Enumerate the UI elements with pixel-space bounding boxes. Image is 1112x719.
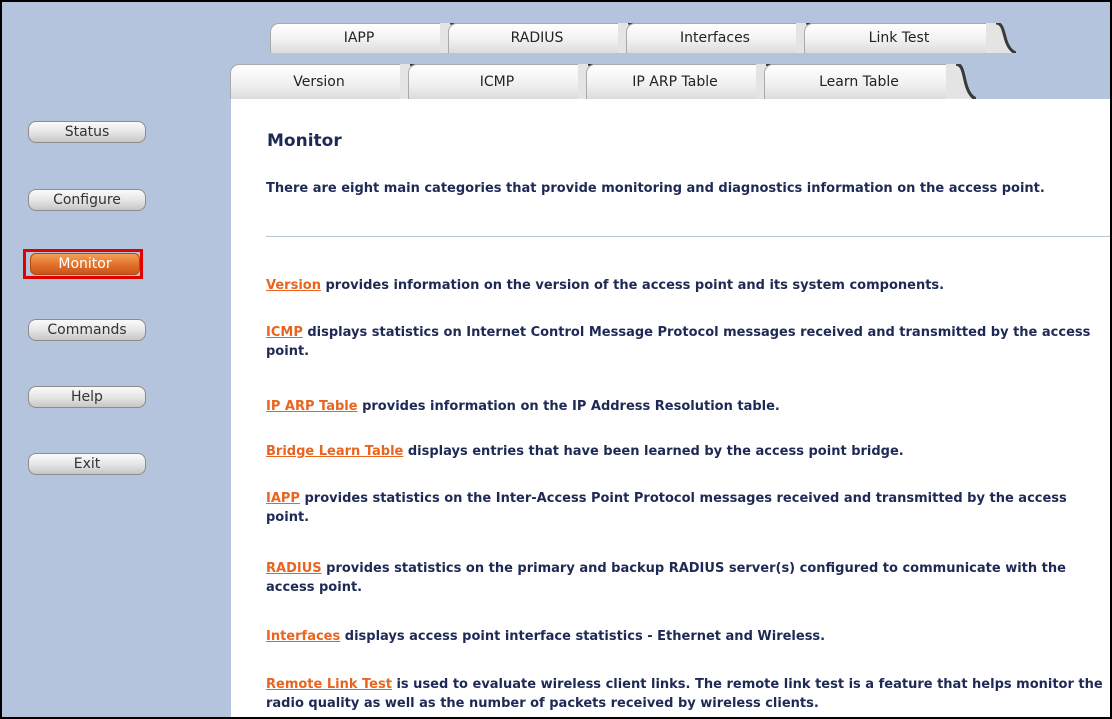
entry-icmp: ICMP displays statistics on Internet Con… [266,323,1108,361]
sidebar: Status Configure Monitor Commands Help E… [2,99,231,717]
entry-radius: RADIUS provides statistics on the primar… [266,559,1108,597]
exit-button[interactable]: Exit [28,453,146,475]
radius-link[interactable]: RADIUS [266,561,322,576]
page-title: Monitor [267,131,342,151]
entry-interfaces: Interfaces displays access point interfa… [266,627,1108,646]
status-button[interactable]: Status [28,121,146,143]
tab-link-test-label: Link Test [868,30,930,46]
monitor-button[interactable]: Monitor [30,253,140,275]
entry-text: is used to evaluate wireless client link… [266,677,1103,711]
entry-text: displays entries that have been learned … [403,444,904,459]
tab-learn-table-label: Learn Table [819,73,899,90]
tab-version[interactable]: Version [230,64,430,99]
ip-arp-table-link[interactable]: IP ARP Table [266,399,358,414]
help-button[interactable]: Help [28,386,146,408]
entry-text: provides statistics on the primary and b… [266,561,1066,595]
entry-text: displays access point interface statisti… [340,629,826,644]
tab-iapp[interactable]: IAPP [270,23,470,53]
tab-learn-table[interactable]: Learn Table [764,64,976,99]
remote-link-test-link[interactable]: Remote Link Test [266,677,392,692]
icmp-link[interactable]: ICMP [266,325,303,340]
tab-iapp-label: IAPP [343,30,375,46]
divider [266,236,1110,237]
interfaces-link[interactable]: Interfaces [266,629,340,644]
main-content: Monitor There are eight main categories … [231,99,1110,717]
entry-iapp: IAPP provides statistics on the Inter-Ac… [266,489,1108,527]
tab-ip-arp-table[interactable]: IP ARP Table [586,64,786,99]
entry-text: provides information on the version of t… [320,278,945,293]
tab-link-test[interactable]: Link Test [804,23,1016,53]
iapp-link[interactable]: IAPP [266,491,300,506]
bridge-learn-table-link[interactable]: Bridge Learn Table [266,444,403,459]
tab-ip-arp-table-label: IP ARP Table [632,73,718,90]
tab-version-label: Version [293,73,345,90]
tab-band: IAPP RADIUS Interfaces Link Test Version… [2,2,1110,99]
version-link[interactable]: Version [266,278,321,293]
tab-radius[interactable]: RADIUS [448,23,648,53]
commands-button[interactable]: Commands [28,319,146,341]
entry-text: provides statistics on the Inter-Access … [266,491,1067,525]
tab-icmp[interactable]: ICMP [408,64,608,99]
configure-button[interactable]: Configure [28,189,146,211]
entry-remote-link-test: Remote Link Test is used to evaluate wir… [266,675,1108,713]
tab-interfaces-label: Interfaces [680,30,750,46]
tab-radius-label: RADIUS [510,30,564,46]
entry-bridge-learn-table: Bridge Learn Table displays entries that… [266,442,1108,461]
entry-text: displays statistics on Internet Control … [266,325,1091,359]
tab-interfaces[interactable]: Interfaces [626,23,826,53]
entry-version: Version provides information on the vers… [266,276,1108,295]
entry-text: provides information on the IP Address R… [357,399,780,414]
tab-icmp-label: ICMP [479,73,515,90]
app-frame: IAPP RADIUS Interfaces Link Test Version… [0,0,1112,719]
entry-ip-arp-table: IP ARP Table provides information on the… [266,397,1108,416]
intro-text: There are eight main categories that pro… [266,181,1045,196]
